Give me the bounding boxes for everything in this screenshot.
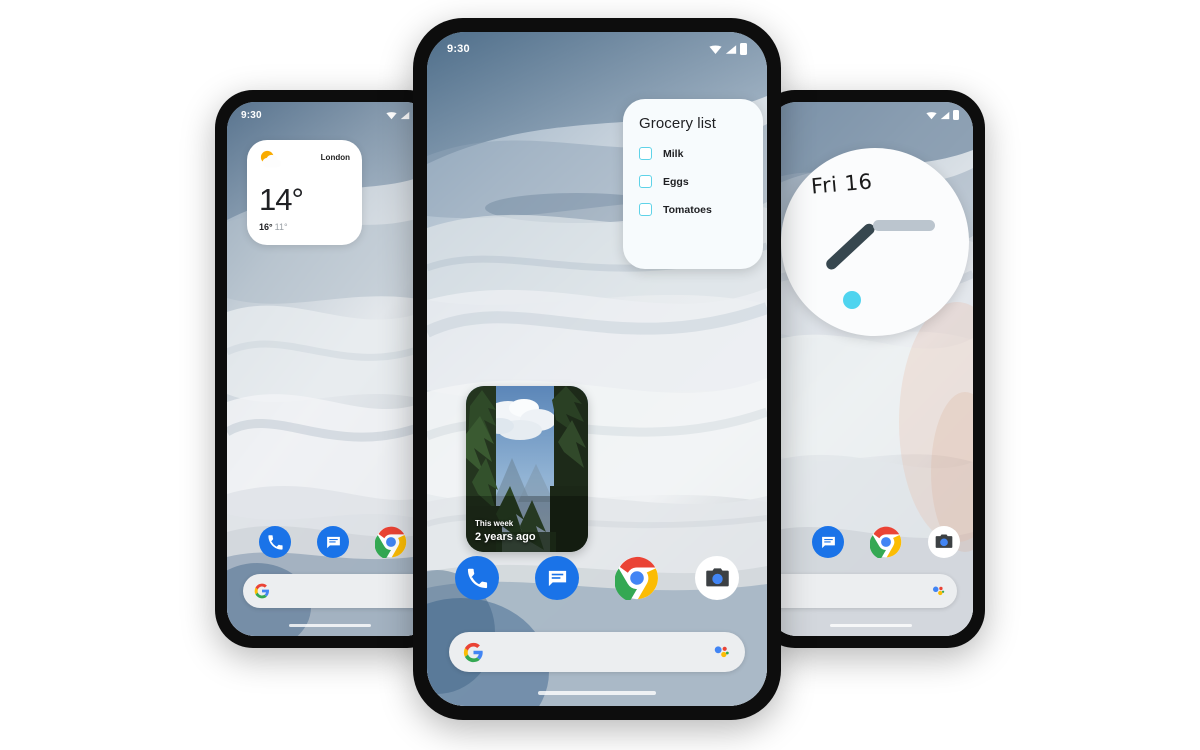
status-time: 9:30 [241, 109, 262, 121]
chrome-app[interactable] [615, 556, 659, 600]
photo-memories-widget[interactable]: This week 2 years ago [466, 386, 588, 552]
battery-icon [953, 110, 959, 120]
chrome-app[interactable] [375, 526, 407, 558]
right-status-bar [769, 102, 973, 128]
checkbox-icon[interactable] [639, 175, 652, 188]
photo-captions: This week 2 years ago [475, 519, 536, 543]
wifi-icon [709, 44, 722, 54]
phone-icon [467, 568, 487, 588]
camera-app[interactable] [928, 526, 960, 558]
right-phone-screen: Fri 16 [769, 102, 973, 636]
grocery-list-title: Grocery list [639, 115, 717, 132]
weather-city: London [320, 153, 350, 162]
wifi-icon [386, 111, 397, 119]
grocery-item-milk[interactable]: Milk [639, 147, 747, 160]
center-phone-screen: 9:30 Grocery list Milk Eggs Tomatoes Thi… [427, 32, 767, 706]
left-status-bar: 9:30 [227, 102, 433, 128]
signal-icon [940, 111, 950, 119]
camera-icon [705, 567, 729, 586]
screenshot-stage: 9:30 London 14° 16° 11° Fri 16 9:30 Groc… [0, 0, 1200, 750]
messages-icon [326, 536, 340, 548]
google-g-icon [463, 642, 483, 662]
chrome-icon [615, 556, 659, 600]
camera-app[interactable] [695, 556, 739, 600]
gesture-nav-bar[interactable] [538, 691, 656, 695]
chrome-icon [870, 526, 902, 558]
right-search-bar[interactable] [769, 574, 957, 608]
photo-caption-main: 2 years ago [475, 531, 536, 543]
right-dock [769, 526, 973, 558]
sun-cloud-icon [260, 150, 281, 168]
status-time: 9:30 [447, 43, 470, 55]
signal-icon [725, 44, 737, 54]
gesture-nav-bar[interactable] [289, 624, 371, 627]
messages-app[interactable] [317, 526, 349, 558]
status-icons [709, 43, 747, 55]
assistant-icon[interactable] [711, 642, 731, 662]
center-status-bar: 9:30 [427, 32, 767, 66]
grocery-item-eggs[interactable]: Eggs [639, 175, 747, 188]
status-icons [926, 110, 959, 120]
grocery-item-label: Milk [663, 147, 684, 160]
checkbox-icon[interactable] [639, 203, 652, 216]
center-search-bar[interactable] [449, 632, 745, 672]
google-g-icon [254, 583, 269, 599]
weather-high-low: 16° 11° [259, 222, 350, 232]
left-dock [227, 526, 433, 558]
clock-date: Fri 16 [810, 169, 874, 199]
weather-high: 16° [259, 222, 273, 232]
camera-icon [935, 534, 953, 548]
phone-app[interactable] [259, 526, 291, 558]
messages-app[interactable] [812, 526, 844, 558]
left-phone: 9:30 London 14° 16° 11° [215, 90, 445, 648]
weather-low: 11° [274, 222, 288, 232]
phone-app[interactable] [455, 556, 499, 600]
clock-center-dot [843, 291, 861, 309]
weather-header: London [259, 150, 350, 170]
right-phone: Fri 16 [757, 90, 985, 648]
grocery-item-label: Tomatoes [663, 203, 712, 216]
clock-hour-hand [823, 221, 877, 272]
chrome-app[interactable] [870, 526, 902, 558]
messages-icon [821, 536, 835, 548]
grocery-list-widget[interactable]: Grocery list Milk Eggs Tomatoes [623, 99, 763, 269]
messages-icon [548, 570, 566, 586]
assistant-icon [933, 586, 945, 596]
battery-icon [740, 43, 747, 55]
grocery-item-tomatoes[interactable]: Tomatoes [639, 203, 747, 216]
weather-temperature: 14° [259, 182, 304, 217]
photo-caption-top: This week [475, 519, 514, 528]
wifi-icon [926, 111, 937, 119]
weather-widget[interactable]: London 14° 16° 11° [247, 140, 362, 245]
center-dock [427, 556, 767, 600]
clock-minute-hand [873, 220, 935, 231]
messages-app[interactable] [535, 556, 579, 600]
chrome-icon [375, 526, 407, 558]
signal-icon [400, 111, 410, 119]
center-phone: 9:30 Grocery list Milk Eggs Tomatoes Thi… [413, 18, 781, 720]
clock-widget[interactable]: Fri 16 [781, 148, 969, 336]
checkbox-icon[interactable] [639, 147, 652, 160]
left-search-bar[interactable] [243, 574, 433, 608]
gesture-nav-bar[interactable] [830, 624, 912, 627]
left-phone-screen: 9:30 London 14° 16° 11° [227, 102, 433, 636]
phone-icon [267, 534, 283, 550]
grocery-item-label: Eggs [663, 175, 689, 188]
